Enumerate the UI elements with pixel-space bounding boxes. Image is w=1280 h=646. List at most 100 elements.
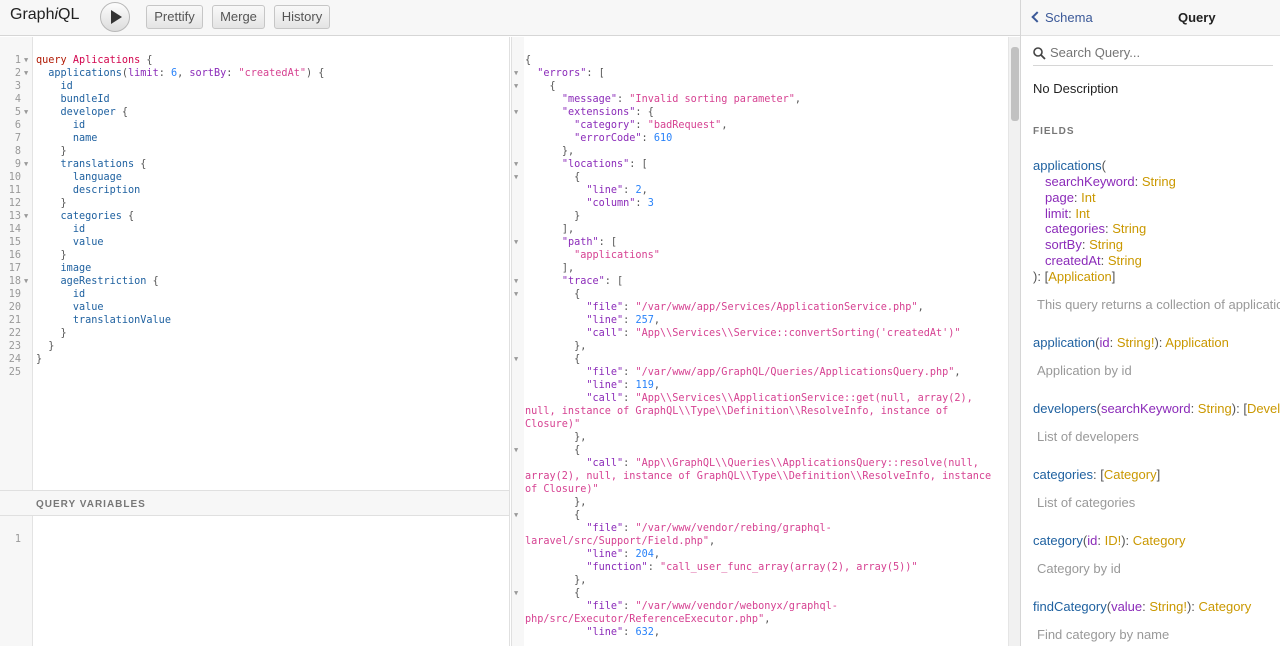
line-number: 16: [8, 250, 21, 261]
line-number: 18: [8, 276, 21, 287]
line-number: 11: [8, 185, 21, 196]
fold-arrow-icon[interactable]: ▼: [514, 288, 518, 301]
fold-arrow-icon[interactable]: ▼: [514, 275, 518, 288]
doc-search-input[interactable]: [1050, 45, 1270, 60]
field-category[interactable]: category(id: ID!): Category: [1033, 533, 1186, 548]
fold-arrow-icon[interactable]: ▼: [24, 158, 28, 171]
code-text: }: [60, 250, 67, 261]
fold-arrow-icon[interactable]: ▼: [514, 509, 518, 522]
code-line[interactable]: 24}: [0, 353, 509, 366]
code-line[interactable]: 20 value: [0, 301, 509, 314]
result-scrollbar-thumb[interactable]: [1011, 47, 1019, 121]
fold-arrow-icon[interactable]: ▼: [24, 54, 28, 67]
code-line[interactable]: 15 value: [0, 236, 509, 249]
code-text: id: [72, 120, 86, 131]
fold-arrow-icon[interactable]: ▼: [24, 67, 28, 80]
type-link[interactable]: String: [1112, 221, 1146, 236]
back-to-schema-link[interactable]: Schema: [1031, 10, 1093, 25]
result-text: "call": "App\\Services\\Service::convert…: [586, 328, 961, 339]
code-line[interactable]: 16 }: [0, 249, 509, 262]
result-scrollbar[interactable]: [1008, 37, 1020, 646]
code-text: id: [72, 289, 86, 300]
fold-arrow-icon[interactable]: ▼: [514, 171, 518, 184]
argument: categories: String: [1045, 221, 1147, 237]
result-line: ▼ "locations": [: [512, 158, 1008, 171]
play-icon: [111, 10, 122, 24]
type-link[interactable]: String: [1089, 237, 1123, 252]
fold-arrow-icon[interactable]: ▼: [514, 80, 518, 93]
code-line[interactable]: 10 language: [0, 171, 509, 184]
toolbar: GraphiQL Prettify Merge History: [0, 0, 1020, 36]
code-line[interactable]: 22 }: [0, 327, 509, 340]
code-line[interactable]: 2 ▼ applications(limit: 6, sortBy: "creat…: [0, 67, 509, 80]
code-line[interactable]: 9 ▼ translations {: [0, 158, 509, 171]
code-line[interactable]: 21 translationValue: [0, 314, 509, 327]
fold-arrow-icon[interactable]: ▼: [514, 353, 518, 366]
fold-arrow-icon[interactable]: ▼: [514, 106, 518, 119]
query-code[interactable]: 1 ▼ query Aplications {2 ▼ applications(lim…: [0, 54, 509, 379]
execute-query-button[interactable]: [100, 2, 130, 32]
code-text: description: [72, 185, 141, 196]
result-code: {▼ "errors": [▼ { "message": "Invalid so…: [512, 54, 1008, 639]
fold-arrow-icon[interactable]: ▼: [24, 106, 28, 119]
code-line[interactable]: 6 id: [0, 119, 509, 132]
fold-arrow-icon[interactable]: ▼: [514, 158, 518, 171]
type-link[interactable]: String: [1108, 253, 1142, 268]
code-text: applications(limit: 6, sortBy: "createdA…: [48, 68, 325, 79]
field-application[interactable]: application(id: String!): Application: [1033, 335, 1229, 350]
result-line: },: [512, 431, 1008, 444]
type-link-application[interactable]: Application: [1048, 269, 1112, 284]
type-link[interactable]: Int: [1075, 206, 1089, 221]
field-find-category[interactable]: findCategory(value: String!): Category: [1033, 599, 1251, 614]
line-number: 22: [8, 328, 21, 339]
result-text: {: [574, 445, 581, 456]
code-line[interactable]: 19 id: [0, 288, 509, 301]
code-line[interactable]: 11 description: [0, 184, 509, 197]
field-applications[interactable]: applications(: [1033, 158, 1106, 173]
result-line: "line": 204,: [512, 548, 1008, 561]
result-text: "path": [: [561, 237, 618, 248]
argument: searchKeyword: String: [1045, 174, 1176, 189]
code-line[interactable]: 13 ▼ categories {: [0, 210, 509, 223]
code-line[interactable]: 4 bundleId: [0, 93, 509, 106]
fold-arrow-icon[interactable]: ▼: [514, 444, 518, 457]
code-line[interactable]: 23 }: [0, 340, 509, 353]
result-text: "line": 204,: [586, 549, 660, 560]
code-line[interactable]: 7 name: [0, 132, 509, 145]
query-variables-header[interactable]: QUERY VARIABLES: [0, 490, 510, 516]
result-line: null, instance of GraphQL\\Type\\Definit…: [512, 405, 1008, 418]
argument: createdAt: String: [1045, 253, 1142, 268]
history-button[interactable]: History: [274, 5, 330, 29]
code-line[interactable]: 5 ▼ developer {: [0, 106, 509, 119]
fold-arrow-icon[interactable]: ▼: [514, 587, 518, 600]
line-number: 19: [8, 289, 21, 300]
result-viewer[interactable]: {▼ "errors": [▼ { "message": "Invalid so…: [511, 37, 1008, 646]
fold-arrow-icon[interactable]: ▼: [514, 67, 518, 80]
fold-arrow-icon[interactable]: ▼: [514, 236, 518, 249]
code-line[interactable]: 17 image: [0, 262, 509, 275]
result-text: "call": "App\\Services\\ApplicationServi…: [586, 393, 973, 404]
result-line: "line": 257,: [512, 314, 1008, 327]
query-editor[interactable]: 1 ▼ query Aplications {2 ▼ applications(lim…: [0, 37, 510, 490]
merge-button[interactable]: Merge: [212, 5, 265, 29]
code-line[interactable]: 3 id: [0, 80, 509, 93]
type-link[interactable]: String: [1142, 174, 1176, 189]
code-line[interactable]: 12 }: [0, 197, 509, 210]
field-developers[interactable]: developers(searchKeyword: String): [Deve…: [1033, 401, 1280, 416]
fold-arrow-icon[interactable]: ▼: [24, 210, 28, 223]
code-line[interactable]: 1 ▼ query Aplications {: [0, 54, 509, 67]
code-line[interactable]: 18 ▼ ageRestriction {: [0, 275, 509, 288]
result-line: "file": "/var/www/vendor/rebing/graphql-: [512, 522, 1008, 535]
field-categories[interactable]: categories: [Category]: [1033, 467, 1160, 482]
argument-name: limit: [1045, 205, 1069, 221]
type-link[interactable]: Int: [1081, 190, 1095, 205]
code-line[interactable]: 25: [0, 366, 509, 379]
applications-return: ): [Application]: [1033, 269, 1116, 284]
result-text: "file": "/var/www/vendor/rebing/graphql-: [586, 523, 832, 534]
fold-arrow-icon[interactable]: ▼: [24, 275, 28, 288]
code-line[interactable]: 8 }: [0, 145, 509, 158]
query-variables-editor[interactable]: 1: [0, 516, 510, 646]
code-line[interactable]: 14 id: [0, 223, 509, 236]
result-line: "function": "call_user_func_array(array(…: [512, 561, 1008, 574]
prettify-button[interactable]: Prettify: [146, 5, 203, 29]
